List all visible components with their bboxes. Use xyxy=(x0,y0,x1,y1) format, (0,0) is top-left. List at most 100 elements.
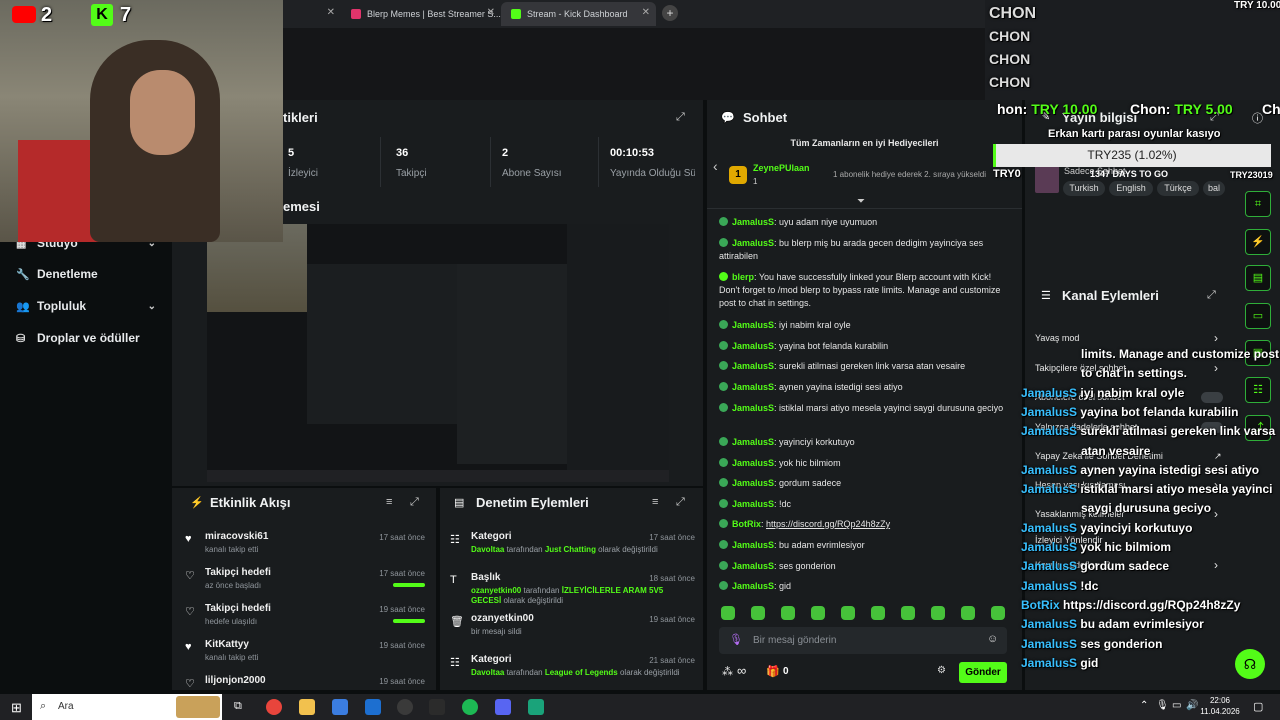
activity-item[interactable]: ♡ Takipçi hedefi hedefe ulaşıldı 19 saat ön… xyxy=(185,603,430,639)
capcut-icon[interactable] xyxy=(429,699,445,715)
support-button[interactable]: ☊ xyxy=(1235,649,1265,679)
microphone-tray-icon[interactable]: 🎙 xyxy=(1156,700,1169,711)
tray-chevron-icon[interactable]: ⌃ xyxy=(1140,700,1148,711)
points-icon[interactable]: ⁂ xyxy=(722,665,733,678)
moderation-item[interactable]: 🗑 ozanyetkin00 bir mesajı sildi 19 saat önc… xyxy=(450,613,695,649)
chat-username[interactable]: JamalusS xyxy=(732,540,774,550)
moderation-user[interactable]: Davoltaa xyxy=(471,668,504,677)
toggle-switch[interactable] xyxy=(1201,392,1223,403)
chat-username[interactable]: BotRix xyxy=(732,519,761,529)
chevron-right-icon[interactable]: › xyxy=(1214,558,1218,572)
gift-icon[interactable]: 🎁 xyxy=(766,665,780,678)
chat-username[interactable]: JamalusS xyxy=(732,499,774,509)
clock-time[interactable]: 22:06 xyxy=(1203,696,1237,705)
moderation-user[interactable]: ozanyetkin00 xyxy=(471,586,521,595)
chevron-right-icon[interactable]: › xyxy=(1214,507,1218,521)
chat-input[interactable]: 🎙 Bir mesaj gönderin ☺ xyxy=(719,627,1007,654)
chat-username[interactable]: JamalusS xyxy=(732,238,774,248)
stream-tag[interactable]: Turkish xyxy=(1063,181,1105,196)
moderation-item[interactable]: ☷ Kategori Davoltaa tarafından Just Chatti… xyxy=(450,531,695,567)
close-tab-icon[interactable]: ✕ xyxy=(642,7,650,18)
emote-icon[interactable] xyxy=(961,606,975,620)
bolt-button[interactable]: ⚡ xyxy=(1245,229,1271,255)
chat-username[interactable]: JamalusS xyxy=(732,341,774,351)
list-button[interactable]: ☷ xyxy=(1245,377,1271,403)
chat-username[interactable]: JamalusS xyxy=(732,458,774,468)
send-button[interactable]: Gönder xyxy=(959,662,1007,683)
collapse-icon[interactable]: ⏷ xyxy=(857,196,865,207)
close-tab-icon[interactable]: ✕ xyxy=(327,7,335,18)
emote-icon[interactable] xyxy=(811,606,825,620)
stream-preview-video[interactable] xyxy=(207,224,669,482)
sidebar-item-community[interactable]: 👥 Topluluk ⌄ xyxy=(16,299,156,313)
activity-item[interactable]: ♥ miracovski61 kanalı takip etti 17 saat ön… xyxy=(185,531,430,567)
chat-username[interactable]: JamalusS xyxy=(732,581,774,591)
chevron-right-icon[interactable]: › xyxy=(1214,361,1218,375)
chat-username[interactable]: JamalusS xyxy=(732,403,774,413)
clock-date[interactable]: 11.04.2026 xyxy=(1199,707,1241,716)
document-button[interactable]: ▤ xyxy=(1245,265,1271,291)
spotify-icon[interactable] xyxy=(462,699,478,715)
moderation-item[interactable]: ☷ Kategori Davoltaa tarafından League of L… xyxy=(450,654,695,690)
chat-username[interactable]: JamalusS xyxy=(732,382,774,392)
moderation-user[interactable]: Davoltaa xyxy=(471,545,504,554)
mail-icon[interactable] xyxy=(365,699,381,715)
browser-tab-kick[interactable]: Stream - Kick Dashboard ✕ xyxy=(501,2,656,26)
chat-username[interactable]: JamalusS xyxy=(732,561,774,571)
notification-icon[interactable]: ▢ xyxy=(1253,700,1263,713)
top-gifter-name[interactable]: ZeynePUlaan xyxy=(753,163,810,173)
chevron-right-icon[interactable]: › xyxy=(1214,331,1218,345)
obs-icon[interactable] xyxy=(397,699,413,715)
task-view-icon[interactable]: ⧉ xyxy=(234,700,242,713)
store-icon[interactable] xyxy=(332,699,348,715)
chevron-left-icon[interactable]: ‹ xyxy=(713,158,718,174)
sidebar-item-drops[interactable]: ⛁ Droplar ve ödüller xyxy=(16,331,156,345)
sidebar-item-moderation[interactable]: 🔧 Denetleme xyxy=(16,267,156,281)
discord-icon[interactable] xyxy=(495,699,511,715)
expand-icon[interactable]: ⤢ xyxy=(410,496,419,509)
expand-icon[interactable]: ⤢ xyxy=(676,111,685,124)
app-icon[interactable] xyxy=(528,699,544,715)
filter-icon[interactable]: ≡ xyxy=(386,496,392,508)
taskbar-search[interactable]: ⌕ Ara xyxy=(32,694,222,720)
browser-tab-hidden[interactable]: ✕ xyxy=(283,2,341,26)
new-tab-button[interactable]: + xyxy=(662,5,678,21)
activity-item[interactable]: ♡ Takipçi hedefi az önce başladı 17 saat ön… xyxy=(185,567,430,603)
microphone-icon[interactable]: 🎙 xyxy=(729,633,743,646)
emote-icon[interactable] xyxy=(901,606,915,620)
chat-settings-icon[interactable]: ⚙ xyxy=(937,665,946,676)
emote-icon[interactable] xyxy=(721,606,735,620)
close-tab-icon[interactable]: ✕ xyxy=(487,7,495,18)
emote-icon[interactable] xyxy=(781,606,795,620)
scan-button[interactable]: ⌗ xyxy=(1245,191,1271,217)
activity-item[interactable]: ♥ KitKattyy kanalı takip etti 19 saat önce xyxy=(185,639,430,675)
chat-username[interactable]: JamalusS xyxy=(732,320,774,330)
emoji-icon[interactable]: ☺ xyxy=(987,633,998,645)
chat-username[interactable]: JamalusS xyxy=(732,361,774,371)
emote-icon[interactable] xyxy=(931,606,945,620)
external-link-icon[interactable]: ↗ xyxy=(1214,451,1222,462)
emote-icon[interactable] xyxy=(841,606,855,620)
chat-username[interactable]: JamalusS xyxy=(732,478,774,488)
windows-start-icon[interactable]: ⊞ xyxy=(11,700,22,716)
chat-username[interactable]: JamalusS xyxy=(732,217,774,227)
emote-icon[interactable] xyxy=(751,606,765,620)
file-explorer-icon[interactable] xyxy=(299,699,315,715)
expand-icon[interactable]: ⤢ xyxy=(676,496,685,509)
volume-icon[interactable]: 🔊 xyxy=(1186,700,1198,711)
browser-tab-blerp[interactable]: Blerp Memes | Best Streamer S... ✕ xyxy=(341,2,501,26)
emote-icon[interactable] xyxy=(991,606,1005,620)
stream-tag[interactable]: English xyxy=(1109,181,1153,196)
chrome-icon[interactable] xyxy=(266,699,282,715)
chat-button[interactable]: ▭ xyxy=(1245,303,1271,329)
emote-icon[interactable] xyxy=(871,606,885,620)
chat-username[interactable]: JamalusS xyxy=(732,437,774,447)
moderation-item[interactable]: T Başlık ozanyetkin00 tarafından İZLEYİCİL… xyxy=(450,572,695,608)
network-icon[interactable]: ▭ xyxy=(1172,700,1181,711)
chat-username[interactable]: blerp xyxy=(732,272,754,282)
expand-icon[interactable]: ⤢ xyxy=(1207,289,1216,302)
filter-icon[interactable]: ≡ xyxy=(652,496,658,508)
stream-tag[interactable]: bal xyxy=(1203,181,1225,196)
ticker-item: hon: TRY 10.00 xyxy=(997,101,1097,117)
stream-tag[interactable]: Türkçe xyxy=(1157,181,1199,196)
